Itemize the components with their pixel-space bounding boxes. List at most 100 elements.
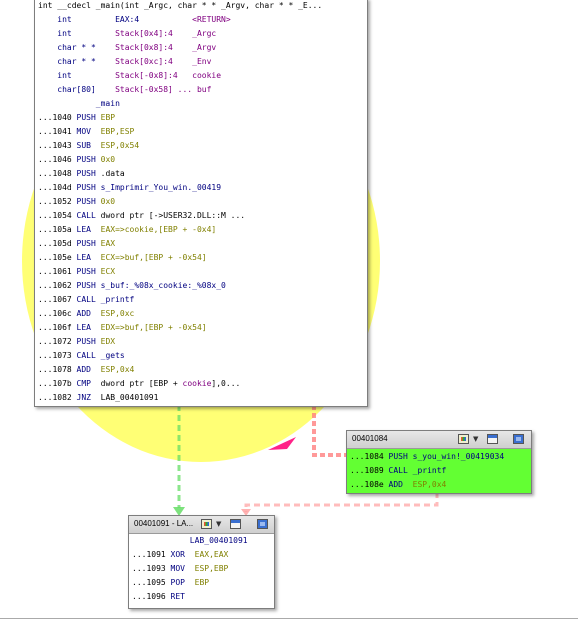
main-block-token: ...1073 (38, 351, 77, 360)
main-block-line[interactable]: ...1078 ADD ESP,0x4 (38, 363, 134, 377)
main-block-token: ...105d (38, 239, 77, 248)
main-block-token: PUSH (76, 337, 101, 346)
main-block-line[interactable]: int EAX:4 <RETURN> (38, 13, 230, 27)
main-block-line[interactable]: ...1067 CALL _printf (38, 293, 134, 307)
end-block-line[interactable]: ...1091 XOR EAX,EAX (132, 548, 228, 562)
main-block-token: ESP,0xc (100, 309, 135, 318)
main-block-line[interactable]: char[80] Stack[-0x58] ... buf (38, 83, 211, 97)
win-block-token: ESP,0x4 (412, 480, 447, 489)
main-block-line[interactable]: char * * Stack[0x8]:4 _Argv (38, 41, 216, 55)
end-block-token: LAB_00401091 (132, 536, 248, 545)
end-block-line[interactable]: ...1095 POP EBP (132, 576, 209, 590)
main-block-line[interactable]: ...107b CMP dword ptr [EBP + cookie],0..… (38, 377, 240, 391)
main-block-token: Stack[0x8]:4 (115, 43, 193, 52)
main-block-line[interactable]: ...1040 PUSH EBP (38, 111, 115, 125)
main-block-line[interactable]: ...1052 PUSH 0x0 (38, 195, 115, 209)
win-block-line[interactable]: ...108e ADD ESP,0x4 (350, 478, 446, 492)
group-icon[interactable] (257, 519, 268, 529)
main-block-line[interactable]: ...1082 JNZ LAB_00401091 (38, 391, 158, 405)
main-block-token: PUSH (76, 113, 101, 122)
main-block-line[interactable]: int __cdecl _main(int _Argc, char * * _A… (38, 0, 322, 13)
main-block-token: ,[EBP + -0x4] (153, 225, 217, 234)
color-palette-icon[interactable] (458, 434, 469, 444)
main-block-line[interactable]: ...104d PUSH s_Imprimir_You_win._00419 (38, 181, 221, 195)
end-block-line[interactable]: LAB_00401091 (132, 534, 248, 548)
win-block-token: ...1089 (350, 466, 389, 475)
main-block-line[interactable]: char * * Stack[0xc]:4 _Env (38, 55, 211, 69)
main-block-line[interactable]: _main (38, 97, 120, 111)
main-block-line[interactable]: ...1046 PUSH 0x0 (38, 153, 115, 167)
main-block-token: s_Imprimir_You_win._00419 (100, 183, 222, 192)
main-block-line[interactable]: ...1054 CALL dword ptr [->USER32.DLL::M … (38, 209, 245, 223)
main-block-line[interactable]: ...106f LEA EDX=>buf,[EBP + -0x54] (38, 321, 207, 335)
main-block-line[interactable]: ...1041 MOV EBP,ESP (38, 125, 134, 139)
main-function-block[interactable]: int __cdecl _main(int _Argc, char * * _A… (34, 0, 368, 407)
caret-down-icon[interactable]: ▼ (473, 435, 478, 443)
main-block-token: ...1040 (38, 113, 77, 122)
main-block-line[interactable]: ...1073 CALL _gets (38, 349, 125, 363)
main-block-token: _Env (192, 57, 212, 66)
main-block-token: ...1054 (38, 211, 77, 220)
main-block-token: Stack[-0x58] ... (115, 85, 197, 94)
false-edge-to-win (312, 405, 346, 457)
main-block-token: cookie (182, 379, 212, 388)
restore-window-icon[interactable] (230, 519, 241, 529)
restore-window-icon[interactable] (487, 434, 498, 444)
main-block-token: EAX=>cookie (100, 225, 154, 234)
main-block-token: ECX=>buf,[EBP + -0x54] (100, 253, 207, 262)
main-block-line[interactable]: ...1048 PUSH .data (38, 167, 125, 181)
main-block-token: ...1043 (38, 141, 77, 150)
win-block-line[interactable]: ...1084 PUSH s_you_win!_00419034 (350, 450, 504, 464)
end-block-token: EAX,EAX (194, 550, 229, 559)
you-win-block[interactable]: 00401084 ▼ ...1084 PUSH s_you_win!_00419… (346, 430, 532, 494)
end-block-token: EBP (194, 578, 210, 587)
main-block-line[interactable]: ...105e LEA ECX=>buf,[EBP + -0x54] (38, 251, 207, 265)
lab-block-title: 00401091 - LA... (134, 519, 194, 528)
lab-00401091-block[interactable]: 00401091 - LA... ▼ LAB_00401091 ...1091 X… (128, 515, 275, 609)
main-block-line[interactable]: ...1062 PUSH s_buf:_%08x_cookie:_%08x_0 (38, 279, 226, 293)
main-block-token: PUSH (76, 197, 101, 206)
main-block-token: ...1052 (38, 197, 77, 206)
color-palette-icon[interactable] (201, 519, 212, 529)
main-block-token: ...1062 (38, 281, 77, 290)
main-block-line[interactable]: ...1043 SUB ESP,0x54 (38, 139, 139, 153)
end-block-line[interactable]: ...1093 MOV ESP,EBP (132, 562, 228, 576)
main-block-line[interactable]: ...105d PUSH EAX (38, 237, 115, 251)
main-block-token: .data (100, 169, 125, 178)
main-block-token: int __cdecl _main(int _Argc, char * * _A… (38, 1, 323, 10)
main-block-token: Stack[0x4]:4 (115, 29, 193, 38)
main-block-token: ...1061 (38, 267, 77, 276)
you-win-block-header[interactable]: 00401084 ▼ (347, 431, 531, 449)
win-block-line[interactable]: ...1089 CALL _printf (350, 464, 446, 478)
main-block-token: ...1072 (38, 337, 77, 346)
main-block-token: SUB (76, 141, 101, 150)
main-block-line[interactable]: int Stack[0x4]:4 _Argc (38, 27, 216, 41)
main-block-token: ...105e (38, 253, 77, 262)
main-block-line[interactable]: int Stack[-0x8]:4 cookie (38, 69, 221, 83)
main-block-token: EBP,ESP (100, 127, 135, 136)
main-block-token: ...1041 (38, 127, 77, 136)
end-block-token: MOV (170, 564, 195, 573)
you-win-block-title: 00401084 (352, 434, 388, 443)
main-block-line[interactable]: ...1072 PUSH EDX (38, 335, 115, 349)
main-block-token: EAX:4 (115, 15, 193, 24)
main-block-line[interactable]: ...105a LEA EAX=>cookie,[EBP + -0x4] (38, 223, 216, 237)
main-block-token: dword ptr [->USER32.DLL::M ... (100, 211, 246, 220)
main-block-token: EDX=>buf,[EBP + -0x54] (100, 323, 207, 332)
main-block-token: LEA (76, 225, 101, 234)
win-block-token: _printf (412, 466, 447, 475)
win-block-token: ADD (388, 480, 413, 489)
main-block-token: ...1046 (38, 155, 77, 164)
caret-down-icon[interactable]: ▼ (216, 520, 221, 528)
main-block-token: LEA (76, 253, 101, 262)
function-graph-canvas[interactable]: int __cdecl _main(int _Argc, char * * _A… (0, 0, 578, 621)
main-block-line[interactable]: ...106c ADD ESP,0xc (38, 307, 134, 321)
end-block-line[interactable]: ...1096 RET (132, 590, 185, 604)
main-block-token: CALL (76, 211, 101, 220)
main-block-line[interactable]: ...1061 PUSH ECX (38, 265, 115, 279)
group-icon[interactable] (513, 434, 524, 444)
main-block-token: ...104d (38, 183, 77, 192)
end-block-token: ESP,EBP (194, 564, 229, 573)
end-block-token: POP (170, 578, 195, 587)
lab-block-header[interactable]: 00401091 - LA... ▼ (129, 516, 274, 534)
